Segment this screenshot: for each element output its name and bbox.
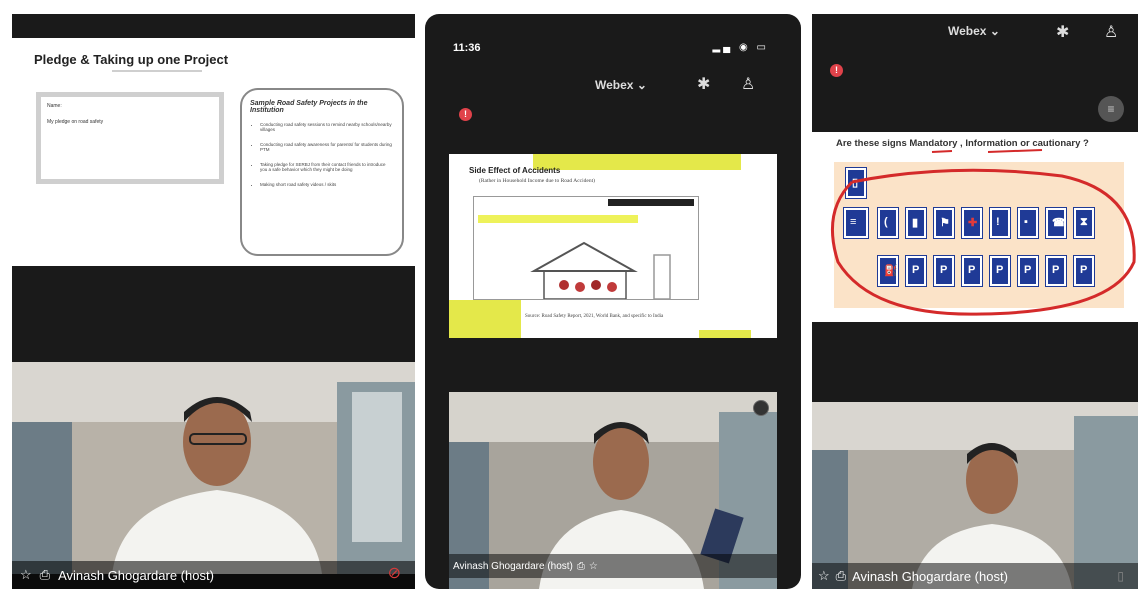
share-screen-icon[interactable]: ⎙	[40, 567, 50, 583]
bluetooth-icon[interactable]: ✱	[697, 74, 710, 94]
pin-icon[interactable]: ☆	[818, 568, 830, 584]
suggestion-item: Taking pledge for SERBJ from their conta…	[260, 162, 394, 172]
title-underline	[112, 70, 202, 72]
status-icons: ▂▄ ◉ ▭	[712, 42, 769, 53]
shared-slide: Pledge & Taking up one Project Name: My …	[12, 38, 415, 266]
shared-slide: Are these signs Mandatory , Information …	[812, 132, 1138, 322]
chevron-down-icon: ⌄	[636, 78, 647, 92]
slide-footer: Source: Road Safety Report, 2021, World …	[525, 314, 664, 319]
app-title-text: Webex	[595, 78, 634, 92]
menu-icon[interactable]: ≡	[1098, 96, 1124, 122]
mic-muted-icon[interactable]: ⊘	[388, 563, 401, 583]
pin-icon[interactable]: ☆	[589, 561, 598, 572]
app-title-text: Webex	[948, 24, 987, 38]
participants-icon[interactable]: ♙	[1104, 22, 1118, 42]
presenter-name: Avinash Ghogardare (host)	[852, 568, 1008, 584]
video-options-button[interactable]	[753, 400, 769, 416]
pledge-box: Name: My pledge on road safety	[36, 92, 224, 184]
presenter-name: Avinash Ghogardare (host)	[453, 560, 573, 572]
suggestion-item: Conducting road safety awareness for par…	[260, 142, 394, 152]
infographic-header-bar	[608, 199, 694, 206]
screenshot-panel-3: Webex ⌄ ✱ ♙ ! ≡ Are these signs Mandator…	[812, 14, 1138, 589]
share-screen-icon[interactable]: ⎙	[577, 561, 585, 572]
app-title[interactable]: Webex ⌄	[948, 24, 1000, 38]
highlight-mark	[449, 300, 521, 338]
red-annotation	[831, 149, 1136, 316]
share-screen-icon[interactable]: ⎙	[836, 568, 846, 584]
pin-icon[interactable]: ☆	[20, 567, 32, 583]
status-time: 11:36	[453, 42, 481, 54]
highlight-mark	[699, 330, 751, 338]
project-suggestions-box: Sample Road Safety Projects in the Insti…	[240, 88, 404, 256]
infographic	[473, 196, 699, 300]
suggestion-item: Making short road safety videos / skits	[260, 182, 394, 187]
shared-slide: Side Effect of Accidents (Rather in Hous…	[449, 154, 777, 338]
presenter-video	[12, 362, 415, 574]
highlight-mark	[478, 215, 638, 223]
slide-subtitle: (Rather in Household Income due to Road …	[479, 178, 595, 184]
suggestions-heading: Sample Road Safety Projects in the Insti…	[250, 100, 368, 114]
pledge-name-label: Name:	[47, 103, 62, 109]
chevron-down-icon: ⌄	[989, 24, 1000, 38]
app-title[interactable]: Webex ⌄	[595, 78, 647, 92]
participant-bar: ☆ ⎙ Avinash Ghogardare (host)	[812, 563, 1138, 589]
participant-bar: ☆ ⎙ Avinash Ghogardare (host)	[12, 561, 415, 589]
screenshot-panel-1: Pledge & Taking up one Project Name: My …	[12, 14, 415, 589]
presenter-name: Avinash Ghogardare (host)	[58, 567, 214, 583]
slide-title: Pledge & Taking up one Project	[34, 52, 229, 67]
highlight-mark	[533, 154, 741, 170]
slide-title: Side Effect of Accidents	[469, 166, 561, 175]
presenter-video	[812, 402, 1138, 589]
suggestion-item: Conducting road safety sessions to remin…	[260, 122, 394, 132]
pledge-text: My pledge on road safety	[47, 119, 104, 125]
bluetooth-icon[interactable]: ✱	[1056, 22, 1069, 42]
house-illustration	[530, 241, 671, 299]
alert-icon[interactable]: !	[459, 108, 472, 121]
mic-icon[interactable]: ▯	[1117, 569, 1124, 583]
alert-icon[interactable]: !	[830, 64, 843, 77]
screenshot-panel-2: 11:36 ▂▄ ◉ ▭ Webex ⌄ ✱ ♙ ! Side Effect o…	[425, 14, 801, 589]
participant-bar: Avinash Ghogardare (host) ⎙ ☆	[449, 554, 777, 578]
participants-icon[interactable]: ♙	[741, 74, 755, 94]
